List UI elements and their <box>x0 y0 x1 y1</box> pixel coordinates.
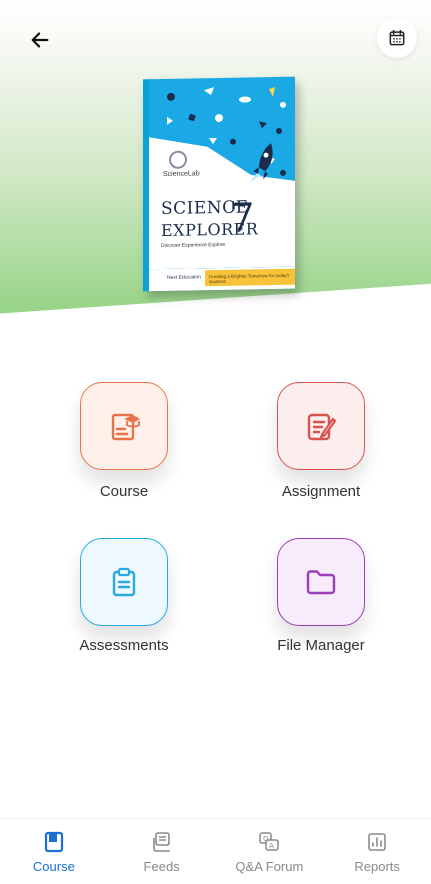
book-icon <box>44 831 63 853</box>
course-tile-label: Course <box>99 483 149 500</box>
nav-item-feeds[interactable]: Feeds <box>108 819 216 884</box>
nav-item-course[interactable]: Course <box>0 819 108 884</box>
folder-icon <box>306 570 336 595</box>
rocket-illustration <box>250 143 273 183</box>
reports-icon <box>368 833 386 851</box>
bottom-navigation: Course Feeds Q A Q&A Forum Reports <box>0 818 431 884</box>
book-brand: ScienceLab <box>163 170 200 178</box>
file-manager-tile-label: File Manager <box>277 637 365 654</box>
book-grade: 7 <box>229 195 255 242</box>
course-book-cover: ScienceLab SCIENCE EXPLORER 7 Discover E… <box>143 76 295 292</box>
svg-text:A: A <box>269 842 274 850</box>
file-manager-tile[interactable] <box>277 538 365 626</box>
assessments-tile-label: Assessments <box>79 637 169 654</box>
assessments-tile[interactable] <box>80 538 168 626</box>
clipboard-icon <box>112 567 136 597</box>
course-board-icon <box>111 413 140 441</box>
nav-item-qa-forum[interactable]: Q A Q&A Forum <box>216 819 324 884</box>
book-subtitle: Discover Experience Explore <box>161 241 226 250</box>
nav-item-reports[interactable]: Reports <box>323 819 431 884</box>
edit-note-icon <box>307 413 337 441</box>
calendar-button[interactable] <box>377 18 417 58</box>
nav-label-reports: Reports <box>354 859 400 874</box>
nav-label-qa-forum: Q&A Forum <box>235 859 304 874</box>
nav-label-feeds: Feeds <box>143 859 180 874</box>
assignment-tile[interactable] <box>277 382 365 470</box>
arrow-left-icon <box>31 32 49 48</box>
book-tagline: Creating a Brighter Tomorrow for today's… <box>209 272 290 285</box>
assignment-tile-label: Assignment <box>281 483 361 500</box>
feeds-icon <box>152 832 170 852</box>
book-publisher: Next Education <box>167 274 201 281</box>
nav-label-course: Course <box>32 859 75 874</box>
qa-forum-icon: Q A <box>259 832 280 851</box>
back-button[interactable] <box>24 24 56 56</box>
book-front: ScienceLab SCIENCE EXPLORER 7 Discover E… <box>149 76 295 292</box>
course-tile[interactable] <box>80 382 168 470</box>
calendar-icon <box>389 29 405 46</box>
